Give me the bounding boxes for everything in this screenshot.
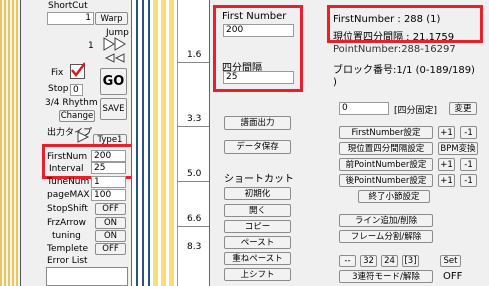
first-number-set-button[interactable]: FirstNumber設定 (339, 126, 433, 139)
tune-num-label: TuneNum (47, 177, 90, 187)
info-block-number: ブロック番号:1/1 (0-189/189) (333, 65, 475, 76)
fix-label: Fix (51, 68, 64, 78)
info-point-number: PointNumber:288-16297 (333, 44, 456, 55)
shortcut-label: ShortCut (48, 1, 88, 11)
next-point-minus-button[interactable]: -1 (460, 174, 477, 187)
page-max-label: pageMAX (47, 190, 90, 200)
tune-num-input[interactable]: 1 (91, 176, 126, 188)
shortcut-heading: ショートカット (224, 174, 294, 185)
measure-label-4: 6.6 (187, 214, 202, 224)
lane-yellow-2 (161, 0, 166, 286)
shift-up-button[interactable]: 上シフト (224, 268, 291, 281)
measure-label-1: 1.6 (187, 50, 202, 60)
triplet-mode-button[interactable]: 3連符モード/解除 (339, 270, 433, 283)
set-button[interactable]: Set (440, 255, 461, 267)
line-add-button[interactable]: ライン追加/削除 (339, 214, 433, 227)
frame-split-button[interactable]: フレーム分割/解除 (339, 230, 433, 243)
error-list-box[interactable] (46, 267, 128, 286)
prev-point-minus-button[interactable]: -1 (460, 158, 477, 171)
next-point-set-button[interactable]: 後PointNumber設定 (339, 174, 433, 187)
paste-button[interactable]: ペースト (224, 236, 291, 249)
measure-line-1 (178, 62, 209, 63)
stop-input[interactable]: 0 (70, 84, 83, 96)
lane-yellow-1 (153, 0, 158, 286)
lane-divider (177, 0, 178, 286)
frzarrow-label: FrzArrow (47, 218, 87, 228)
lane-blue-1 (136, 0, 138, 286)
error-list-label: Error List (47, 256, 88, 266)
frzarrow-toggle[interactable]: ON (95, 217, 126, 229)
lane-blue-2 (142, 0, 144, 286)
jump-back-arrow-icon[interactable] (102, 53, 130, 63)
fixed-quarter-label: [四分固定] (394, 106, 438, 116)
first-number-minus-button[interactable]: -1 (460, 126, 477, 139)
fixed-quarter-input[interactable]: 0 (339, 102, 389, 115)
info-highlight (327, 5, 483, 43)
stopshift-toggle[interactable]: OFF (95, 203, 126, 215)
score-output-button[interactable]: 譜面出力 (224, 116, 291, 130)
templete-label: Templete (47, 244, 89, 254)
jump-value: 1 (88, 41, 94, 51)
fixed-change-button[interactable]: 変更 (449, 102, 477, 115)
info-paren: ) (333, 77, 337, 88)
shortcut-input[interactable]: 1 (47, 12, 94, 25)
first-num-highlight (42, 144, 134, 179)
page-max-input[interactable]: 100 (91, 189, 126, 201)
tuning-toggle[interactable]: ON (95, 230, 126, 242)
open-button[interactable]: 開く (224, 204, 291, 217)
warp-button[interactable]: Warp (95, 12, 128, 25)
current-interval-set-button[interactable]: 現位置四分間隔設定 (339, 142, 433, 155)
division-button-24[interactable]: 24 (381, 255, 398, 267)
fix-checkbox[interactable] (70, 62, 85, 79)
first-number-plus-button[interactable]: +1 (438, 126, 455, 139)
prev-point-plus-button[interactable]: +1 (438, 158, 455, 171)
lane-blue-3 (148, 0, 150, 286)
overlay-paste-button[interactable]: 重ねペースト (224, 252, 291, 265)
next-point-plus-button[interactable]: +1 (438, 174, 455, 187)
data-save-button[interactable]: データ保存 (224, 140, 291, 154)
prev-point-set-button[interactable]: 前PointNumber設定 (339, 158, 433, 171)
division-button-dash[interactable]: -- (339, 255, 356, 267)
go-button[interactable]: GO (100, 68, 127, 95)
measure-line-2 (178, 126, 209, 127)
templete-toggle[interactable]: OFF (95, 243, 126, 255)
rhythm-label: 3/4 Rhythm (45, 98, 98, 108)
triplet-status: OFF (443, 271, 463, 282)
first-number-highlight (213, 5, 303, 92)
jump-arrow-icon[interactable] (102, 37, 130, 51)
division-button-32[interactable]: 32 (360, 255, 377, 267)
left-lane-separator (20, 0, 21, 286)
measure-line-4 (178, 226, 209, 227)
division-button-3[interactable]: [3] (402, 255, 419, 267)
measure-line-3 (178, 181, 209, 182)
measure-label-5: 8.3 (187, 242, 202, 252)
lane-yellow-3 (169, 0, 174, 286)
copy-button[interactable]: コピー (224, 220, 291, 233)
tuning-label: tuning (52, 231, 81, 241)
left-lane-strip (0, 0, 20, 286)
bpm-convert-button[interactable]: BPM変換 (438, 142, 478, 155)
stopshift-label: StopShift (47, 204, 88, 214)
change-button[interactable]: Change (59, 110, 95, 122)
stop-label: Stop (48, 84, 69, 94)
measure-label-3: 5.0 (187, 169, 202, 179)
init-button[interactable]: 初期化 (224, 187, 291, 200)
measure-label-2: 3.3 (187, 114, 202, 124)
check-icon (71, 62, 85, 77)
end-measure-button[interactable]: 終了小節設定 (358, 190, 430, 203)
output-type-arrow-icon[interactable] (75, 131, 91, 143)
save-button[interactable]: SAVE (100, 98, 127, 120)
